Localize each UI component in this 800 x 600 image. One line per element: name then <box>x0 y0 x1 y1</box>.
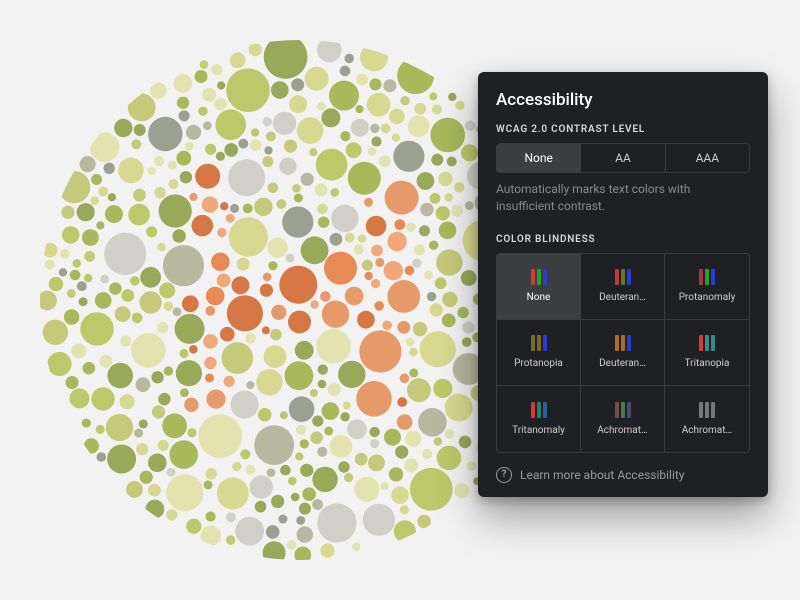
colorblind-option-label: Tritanopia <box>685 358 730 369</box>
colorblind-option-1[interactable]: Deuteran… <box>581 254 665 320</box>
learn-more-link[interactable]: ? Learn more about Accessibility <box>496 467 750 483</box>
colorblind-bars-icon <box>531 335 547 351</box>
colorblind-bars-icon <box>699 402 715 418</box>
colorblind-option-6[interactable]: Tritanomaly <box>497 386 581 452</box>
colorblind-bars-icon <box>531 402 547 418</box>
contrast-segmented: None AA AAA <box>496 143 750 173</box>
help-icon: ? <box>496 467 512 483</box>
learn-more-label: Learn more about Accessibility <box>520 468 684 482</box>
colorblind-option-0[interactable]: None <box>497 254 581 320</box>
colorblind-section-label: COLOR BLINDNESS <box>496 234 750 245</box>
contrast-section-label: WCAG 2.0 CONTRAST LEVEL <box>496 124 750 135</box>
colorblind-option-label: Tritanomaly <box>512 425 565 436</box>
contrast-hint: Automatically marks text colors with ins… <box>496 181 750 216</box>
colorblind-option-3[interactable]: Protanopia <box>497 320 581 386</box>
colorblind-bars-icon <box>699 269 715 285</box>
colorblind-grid: None Deuteran… Protanomaly Protanopia Deuter… <box>496 253 750 453</box>
colorblind-option-label: Protanomaly <box>679 292 736 303</box>
colorblind-bars-icon <box>699 335 715 351</box>
accessibility-panel: Accessibility WCAG 2.0 CONTRAST LEVEL No… <box>478 72 768 497</box>
contrast-option-aaa[interactable]: AAA <box>665 144 749 172</box>
colorblind-option-2[interactable]: Protanomaly <box>665 254 749 320</box>
colorblind-bars-icon <box>615 335 631 351</box>
colorblind-option-5[interactable]: Tritanopia <box>665 320 749 386</box>
colorblind-option-label: Deuteran… <box>599 358 646 369</box>
panel-title: Accessibility <box>496 90 750 110</box>
colorblind-bars-icon <box>615 402 631 418</box>
colorblind-option-8[interactable]: Achromat… <box>665 386 749 452</box>
contrast-option-none[interactable]: None <box>497 144 580 172</box>
colorblind-option-label: None <box>527 292 551 303</box>
colorblind-option-4[interactable]: Deuteran… <box>581 320 665 386</box>
colorblind-option-label: Achromat… <box>597 425 647 436</box>
colorblind-bars-icon <box>531 269 547 285</box>
colorblind-option-label: Protanopia <box>514 358 563 369</box>
contrast-option-aa[interactable]: AA <box>580 144 664 172</box>
colorblind-bars-icon <box>615 269 631 285</box>
colorblind-option-label: Deuteran… <box>599 292 646 303</box>
colorblind-option-label: Achromat… <box>682 425 732 436</box>
colorblind-option-7[interactable]: Achromat… <box>581 386 665 452</box>
